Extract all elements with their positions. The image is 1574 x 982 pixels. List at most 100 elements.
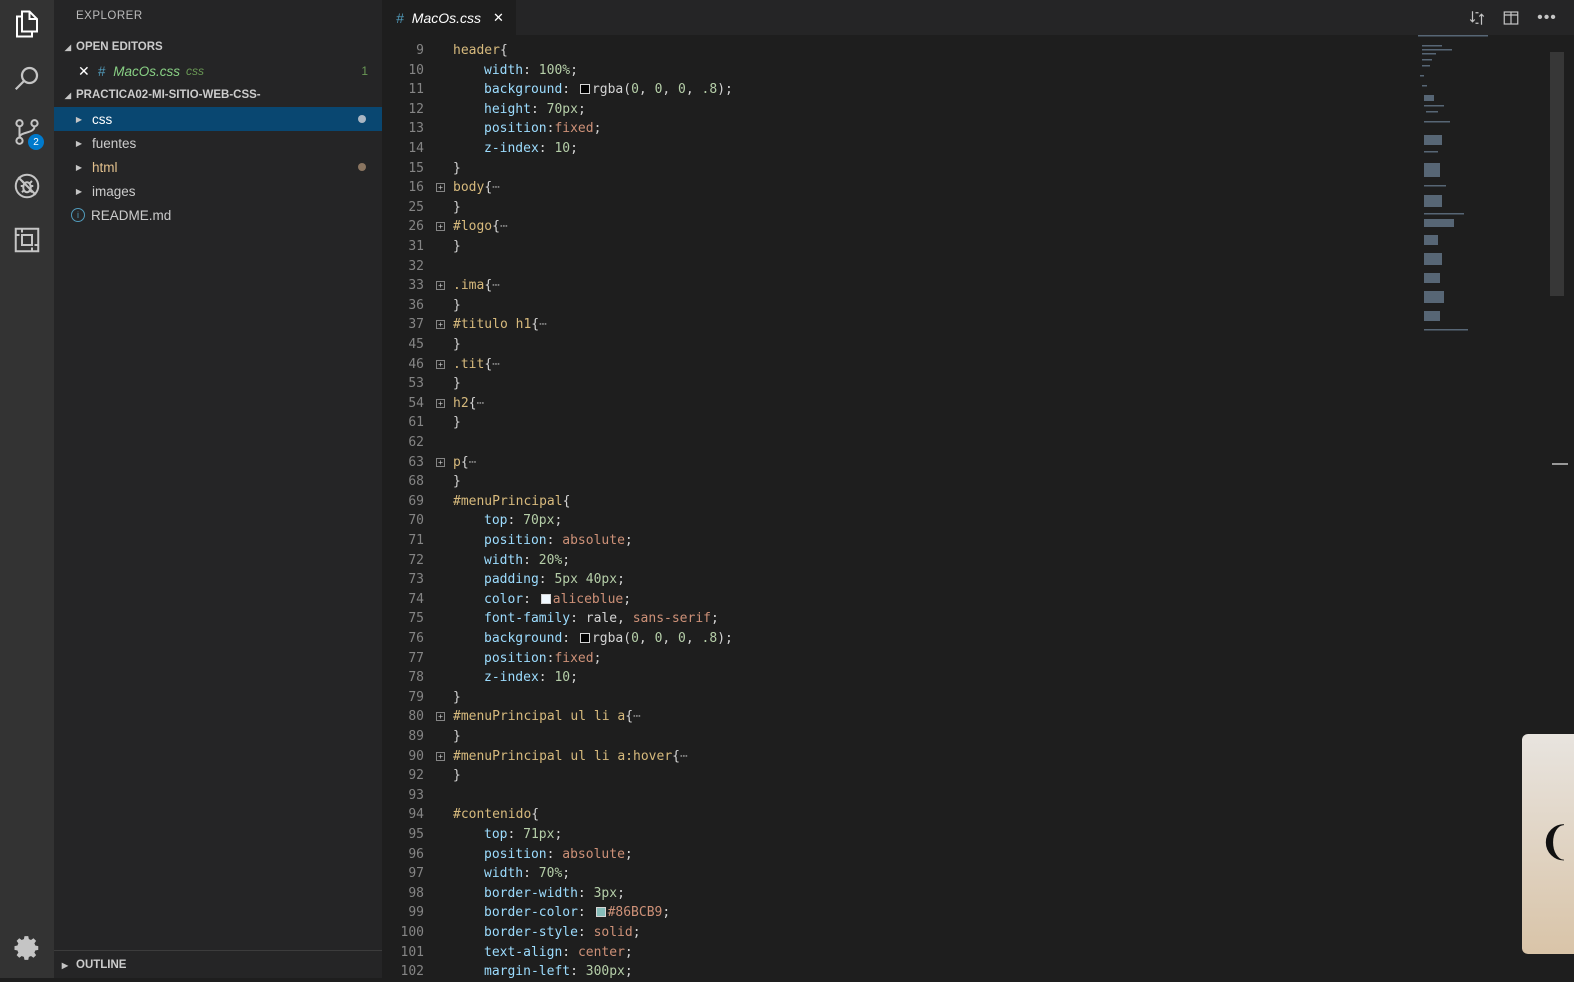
code-line[interactable]: 63 + p{⋯	[382, 453, 1412, 473]
open-editors-header[interactable]: ◢ OPEN EDITORS	[54, 36, 382, 58]
code-line[interactable]: 14 z-index: 10;	[382, 139, 1412, 159]
tree-item-images[interactable]: ▶ images	[54, 179, 382, 203]
code-line[interactable]: 100 border-style: solid;	[382, 923, 1412, 943]
code-token: fixed	[554, 121, 594, 137]
code-line[interactable]: 45}	[382, 335, 1412, 355]
code-text: z-index: 10;	[484, 668, 578, 688]
extensions-icon[interactable]	[9, 222, 45, 258]
tree-item-label: README.md	[91, 207, 172, 223]
code-line[interactable]: 69 #menuPrincipal{	[382, 492, 1412, 512]
code-line[interactable]: 76 background: rgba(0, 0, 0, .8);	[382, 629, 1412, 649]
code-line[interactable]: 32	[382, 257, 1412, 277]
code-token: border-color	[484, 905, 578, 921]
split-editor-icon[interactable]	[1500, 7, 1522, 29]
code-line[interactable]: 36}	[382, 296, 1412, 316]
code-line[interactable]: 37 + #titulo h1{⋯	[382, 315, 1412, 335]
color-swatch-icon[interactable]	[540, 593, 551, 604]
code-line[interactable]: 72 width: 20%;	[382, 551, 1412, 571]
code-line[interactable]: 77 position:fixed;	[382, 649, 1412, 669]
code-token: {	[531, 807, 540, 823]
code-line[interactable]: 12 height: 70px;	[382, 100, 1412, 120]
code-line[interactable]: 90 + #menuPrincipal ul li a:hover{⋯	[382, 747, 1412, 767]
problem-count: 1	[361, 64, 368, 78]
fold-expand-icon[interactable]: +	[436, 222, 445, 232]
code-line[interactable]: 95 top: 71px;	[382, 825, 1412, 845]
code-line[interactable]: 80 + #menuPrincipal ul li a{⋯	[382, 707, 1412, 727]
code-line[interactable]: 33 + .ima{⋯	[382, 276, 1412, 296]
code-line[interactable]: 96 position: absolute;	[382, 845, 1412, 865]
code-text: .ima{⋯	[453, 276, 500, 296]
code-line[interactable]: 53}	[382, 374, 1412, 394]
code-token: 100%	[538, 62, 571, 78]
code-line[interactable]: 68}	[382, 472, 1412, 492]
project-header[interactable]: ◢ PRACTICA02-MI-SITIO-WEB-CSS-	[54, 84, 382, 106]
vertical-scrollbar[interactable]	[1550, 52, 1564, 296]
fold-expand-icon[interactable]: +	[436, 751, 445, 761]
code-line[interactable]: 10 width: 100%;	[382, 61, 1412, 81]
code-line[interactable]: 31}	[382, 237, 1412, 257]
tree-item-fuentes[interactable]: ▶ fuentes	[54, 131, 382, 155]
code-line[interactable]: 25}	[382, 198, 1412, 218]
more-actions-icon[interactable]: •••	[1536, 7, 1558, 29]
color-swatch-icon[interactable]	[595, 907, 606, 918]
code-line[interactable]: 79}	[382, 688, 1412, 708]
gear-icon[interactable]	[9, 930, 45, 966]
code-line[interactable]: 16 + body{⋯	[382, 178, 1412, 198]
fold-expand-icon[interactable]: +	[436, 398, 445, 408]
code-line[interactable]: 94 #contenido{	[382, 805, 1412, 825]
explorer-icon[interactable]	[9, 6, 45, 42]
code-line[interactable]: 97 width: 70%;	[382, 864, 1412, 884]
fold-expand-icon[interactable]: +	[436, 320, 445, 330]
tree-item-css[interactable]: ▶ css	[54, 107, 382, 131]
close-icon[interactable]: ✕	[493, 10, 504, 26]
code-line[interactable]: 89}	[382, 727, 1412, 747]
code-line[interactable]: 92}	[382, 766, 1412, 786]
tree-item-html[interactable]: ▶ html	[54, 155, 382, 179]
code-line[interactable]: 99 border-color: #86BCB9;	[382, 903, 1412, 923]
code-token: 70px	[546, 101, 578, 117]
code-line[interactable]: 98 border-width: 3px;	[382, 884, 1412, 904]
code-line[interactable]: 61}	[382, 413, 1412, 433]
tree-item-readme[interactable]: i README.md	[54, 203, 382, 227]
color-swatch-icon[interactable]	[579, 84, 590, 95]
code-line[interactable]: 73 padding: 5px 40px;	[382, 570, 1412, 590]
code-line[interactable]: 46 + .tit{⋯	[382, 355, 1412, 375]
code-line[interactable]: 11 background: rgba(0, 0, 0, .8);	[382, 80, 1412, 100]
open-editor-item[interactable]: ✕ # MacOs.css css 1	[54, 59, 382, 83]
code-line[interactable]: 13 position:fixed;	[382, 119, 1412, 139]
code-line[interactable]: 71 position: absolute;	[382, 531, 1412, 551]
code-line[interactable]: 15}	[382, 159, 1412, 179]
line-number: 70	[408, 513, 424, 529]
code-text: }	[453, 296, 461, 316]
outline-header[interactable]: ▶ OUTLINE	[54, 950, 382, 979]
open-changes-icon[interactable]	[1466, 7, 1488, 29]
code-line[interactable]: 62	[382, 433, 1412, 453]
floating-side-handle[interactable]: ❨	[1522, 734, 1574, 954]
tab-macos-css[interactable]: # MacOs.css ✕	[382, 0, 516, 35]
code-token: {	[484, 180, 493, 196]
fold-expand-icon[interactable]: +	[436, 712, 445, 722]
color-swatch-icon[interactable]	[579, 633, 590, 643]
code-token: ;	[570, 670, 578, 686]
close-icon[interactable]: ✕	[78, 63, 90, 80]
code-line[interactable]: 9 header{	[382, 41, 1412, 61]
fold-expand-icon[interactable]: +	[436, 281, 445, 291]
minimap[interactable]	[1418, 35, 1538, 345]
fold-expand-icon[interactable]: +	[436, 359, 445, 369]
code-token: aliceblue	[552, 591, 624, 607]
code-token: :	[546, 846, 563, 862]
code-line[interactable]: 102 margin-left: 300px;	[382, 962, 1412, 982]
code-line[interactable]: 74 color: aliceblue;	[382, 590, 1412, 610]
code-line[interactable]: 78 z-index: 10;	[382, 668, 1412, 688]
code-line[interactable]: 75 font-family: rale, sans-serif;	[382, 609, 1412, 629]
fold-expand-icon[interactable]: +	[436, 183, 445, 193]
code-line[interactable]: 26 + #logo{⋯	[382, 217, 1412, 237]
code-text: p{⋯	[453, 453, 476, 473]
code-line[interactable]: 101 text-align: center;	[382, 943, 1412, 963]
code-line[interactable]: 54 + h2{⋯	[382, 394, 1412, 414]
debug-icon[interactable]	[9, 168, 45, 204]
code-line[interactable]: 93	[382, 786, 1412, 806]
search-icon[interactable]	[9, 60, 45, 96]
fold-expand-icon[interactable]: +	[436, 457, 445, 467]
code-line[interactable]: 70 top: 70px;	[382, 511, 1412, 531]
